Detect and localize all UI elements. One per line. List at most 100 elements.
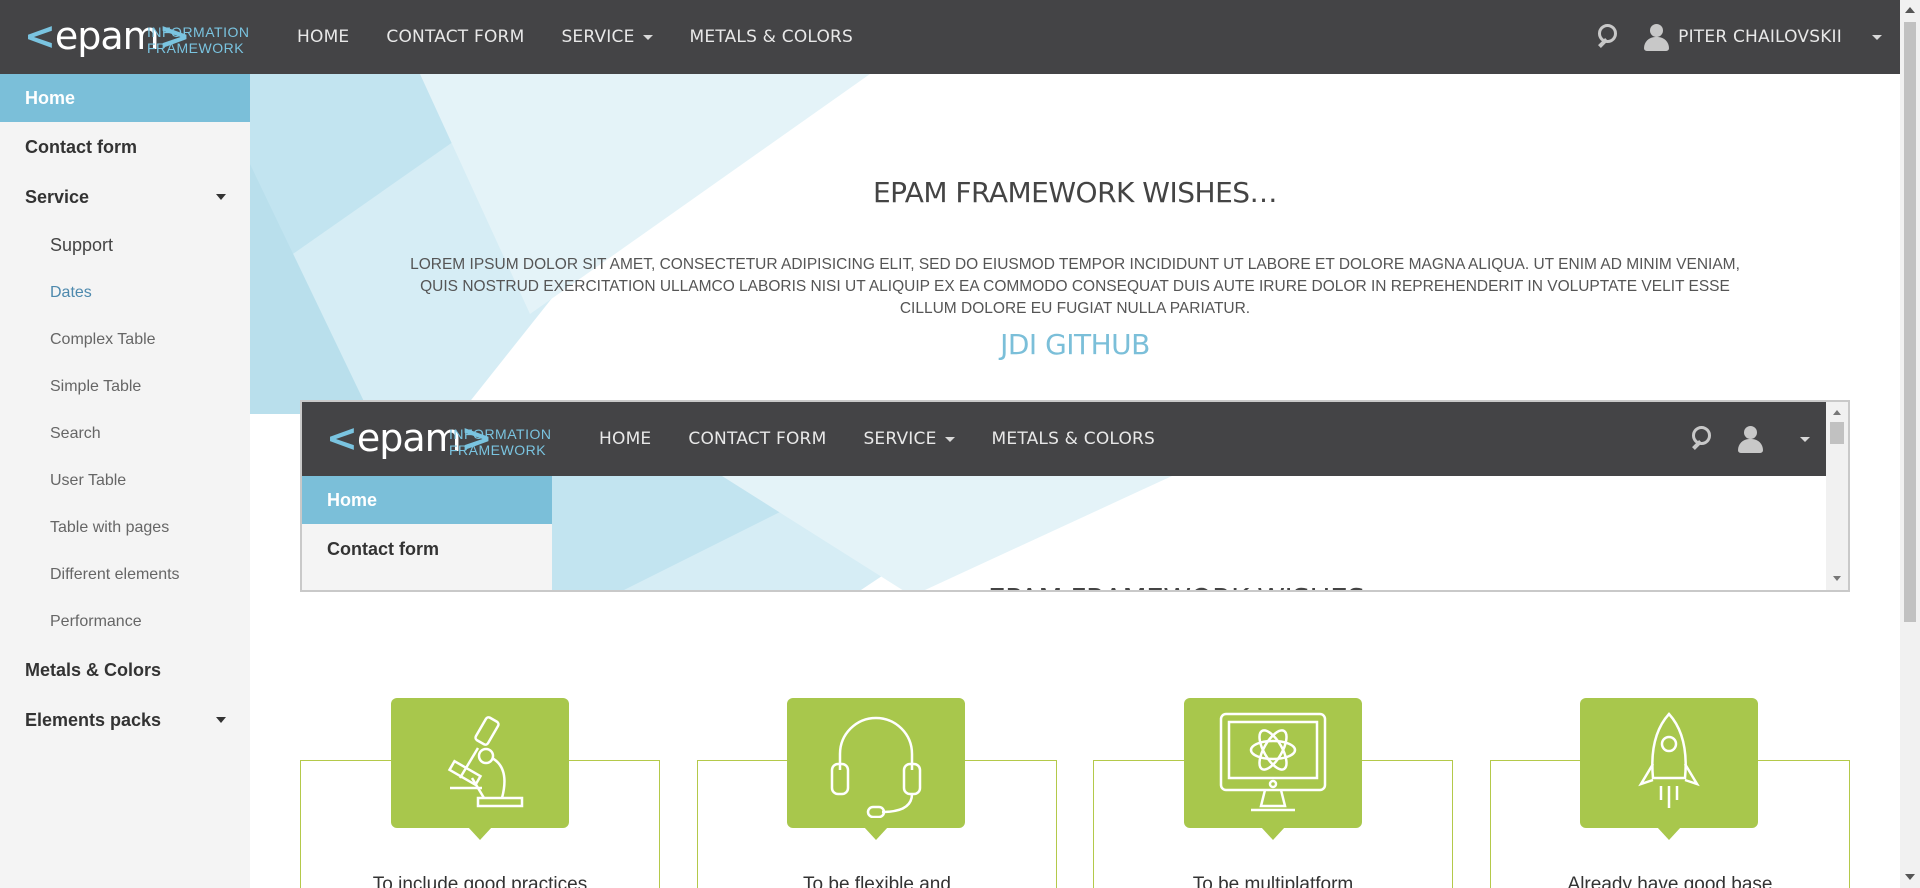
intro-text: LOREM IPSUM DOLOR SIT AMET, CONSECTETUR … — [410, 256, 1740, 317]
page-scrollbar[interactable] — [1900, 0, 1920, 888]
logo-word: epam — [54, 14, 160, 58]
github-link[interactable]: JDI GITHUB — [250, 328, 1900, 361]
frame-nav-service-label: SERVICE — [863, 429, 937, 449]
benefit-text: Already have good base — [1567, 874, 1773, 888]
sidebar-sub-label: User Table — [50, 471, 127, 489]
sidebar-item-elements-packs[interactable]: Elements packs — [0, 695, 250, 745]
sidebar-sub-label: Performance — [50, 612, 142, 630]
sidebar-item-label: Contact form — [327, 538, 439, 559]
epam-logo[interactable]: <epam> INFORMATION FRAMEWORK — [24, 14, 249, 60]
frame-logo-subtitle: INFORMATION FRAMEWORK — [449, 426, 551, 458]
logo-sub-line1: INFORMATION — [147, 24, 250, 40]
page-title: EPAM FRAMEWORK WISHES… — [872, 176, 1278, 209]
benefit-text: To be flexible and — [803, 874, 951, 888]
frame-nav-home-label: HOME — [599, 429, 652, 449]
sidebar-item-label: Metals & Colors — [25, 659, 162, 680]
header-right: PITER CHAILOVSKII — [1596, 0, 1882, 74]
nav-metals-colors[interactable]: METALS & COLORS — [690, 27, 854, 47]
nav-service-label: SERVICE — [561, 27, 635, 47]
sidebar-sub-table-with-pages[interactable]: Table with pages — [0, 504, 250, 551]
frame-logo-word: epam — [356, 416, 462, 460]
frame-logo-sub-line1: INFORMATION — [449, 426, 552, 442]
search-icon[interactable] — [1690, 424, 1720, 454]
sidebar-sub-label: Support — [50, 235, 114, 255]
nav-home-label: HOME — [297, 27, 350, 47]
frame-sidebar-item-home[interactable]: Home — [302, 476, 552, 524]
sidebar-sub-performance[interactable]: Performance — [0, 598, 250, 645]
sidebar-item-label: Service — [25, 186, 90, 207]
sidebar-sub-simple-table[interactable]: Simple Table — [0, 363, 250, 410]
scroll-thumb[interactable] — [1830, 422, 1844, 444]
sidebar: Home Contact form Service Support Dates … — [0, 74, 250, 888]
scroll-down-icon[interactable] — [1905, 874, 1915, 880]
frame-sidebar: Home Contact form — [302, 476, 552, 590]
sidebar-item-label: Home — [25, 87, 76, 108]
headset-icon — [787, 698, 965, 840]
sidebar-sub-label: Complex Table — [50, 330, 156, 348]
frame-sidebar-item-contact-form[interactable]: Contact form — [302, 524, 552, 574]
user-menu-chevron-icon[interactable] — [1872, 34, 1882, 40]
user-icon[interactable] — [1736, 425, 1764, 453]
user-name[interactable]: PITER CHAILOVSKII — [1678, 27, 1842, 47]
nav-home[interactable]: HOME — [297, 27, 349, 47]
frame-nav-metals-label: METALS & COLORS — [991, 429, 1156, 449]
sidebar-sub-complex-table[interactable]: Complex Table — [0, 316, 250, 363]
sidebar-item-label: Elements packs — [25, 709, 162, 730]
logo-sub-line2: FRAMEWORK — [147, 40, 245, 56]
chevron-down-icon — [944, 436, 955, 442]
scroll-up-icon[interactable] — [1905, 7, 1915, 13]
user-menu-chevron-icon[interactable] — [1800, 436, 1810, 442]
sidebar-item-service[interactable]: Service — [0, 172, 250, 222]
sidebar-sub-label: Simple Table — [50, 377, 142, 395]
frame-scrollbar[interactable] — [1826, 402, 1848, 590]
user-icon[interactable] — [1642, 23, 1670, 51]
sidebar-item-contact-form[interactable]: Contact form — [0, 122, 250, 172]
frame-header: <epam> INFORMATION FRAMEWORK HOME CONTAC… — [302, 402, 1828, 476]
sidebar-item-home[interactable]: Home — [0, 74, 250, 122]
search-icon[interactable] — [1596, 22, 1626, 52]
scroll-down-icon[interactable] — [1833, 576, 1841, 581]
frame-decorative-background — [552, 476, 1172, 590]
decorative-background — [250, 74, 870, 414]
sidebar-item-metals-colors[interactable]: Metals & Colors — [0, 645, 250, 695]
microscope-icon — [391, 698, 569, 840]
chevron-down-icon — [216, 194, 226, 200]
scroll-up-icon[interactable] — [1833, 410, 1841, 415]
frame-nav: HOME CONTACT FORM SERVICE METALS & COLOR… — [599, 402, 1192, 476]
sidebar-item-label: Contact form — [25, 136, 137, 157]
nav-contact-label: CONTACT FORM — [386, 27, 525, 47]
logo-subtitle: INFORMATION FRAMEWORK — [147, 24, 249, 56]
sidebar-sub-support[interactable]: Support — [0, 222, 250, 269]
frame-nav-home[interactable]: HOME — [599, 429, 651, 449]
main-content: EPAM FRAMEWORK WISHES… LOREM IPSUM DOLOR… — [250, 74, 1900, 888]
main-nav: HOME CONTACT FORM SERVICE METALS & COLOR… — [297, 0, 890, 74]
sidebar-sub-label: Table with pages — [50, 518, 170, 536]
frame-page-title: EPAM FRAMEWORK WISHES… — [552, 582, 1828, 590]
nav-contact-form[interactable]: CONTACT FORM — [386, 27, 524, 47]
frame-logo-sub-line2: FRAMEWORK — [449, 442, 547, 458]
nav-metals-label: METALS & COLORS — [689, 27, 854, 47]
sidebar-item-label: Home — [327, 489, 378, 510]
benefit-text: To include good practices — [372, 874, 588, 888]
benefit-text: To be multiplatform — [1192, 874, 1354, 888]
sidebar-sub-search[interactable]: Search — [0, 410, 250, 457]
sidebar-sub-label: Dates — [50, 283, 92, 301]
sidebar-sub-different-elements[interactable]: Different elements — [0, 551, 250, 598]
frame-header-right — [1690, 402, 1810, 476]
sidebar-sub-label: Search — [50, 424, 101, 442]
nav-service[interactable]: SERVICE — [561, 27, 653, 47]
monitor-icon — [1184, 698, 1362, 840]
top-header: <epam> INFORMATION FRAMEWORK HOME CONTAC… — [0, 0, 1900, 74]
sidebar-sub-label: Different elements — [50, 565, 180, 583]
frame-nav-contact-form[interactable]: CONTACT FORM — [688, 429, 826, 449]
frame-nav-service[interactable]: SERVICE — [863, 429, 955, 449]
frame-epam-logo[interactable]: <epam> INFORMATION FRAMEWORK — [326, 416, 556, 462]
sidebar-sub-user-table[interactable]: User Table — [0, 457, 250, 504]
frame-nav-metals-colors[interactable]: METALS & COLORS — [992, 429, 1156, 449]
scroll-thumb[interactable] — [1904, 22, 1916, 622]
chevron-down-icon — [642, 34, 653, 40]
embedded-frame[interactable]: <epam> INFORMATION FRAMEWORK HOME CONTAC… — [300, 400, 1850, 592]
frame-background — [552, 476, 1828, 590]
sidebar-sub-dates[interactable]: Dates — [0, 269, 250, 316]
rocket-icon — [1580, 698, 1758, 840]
